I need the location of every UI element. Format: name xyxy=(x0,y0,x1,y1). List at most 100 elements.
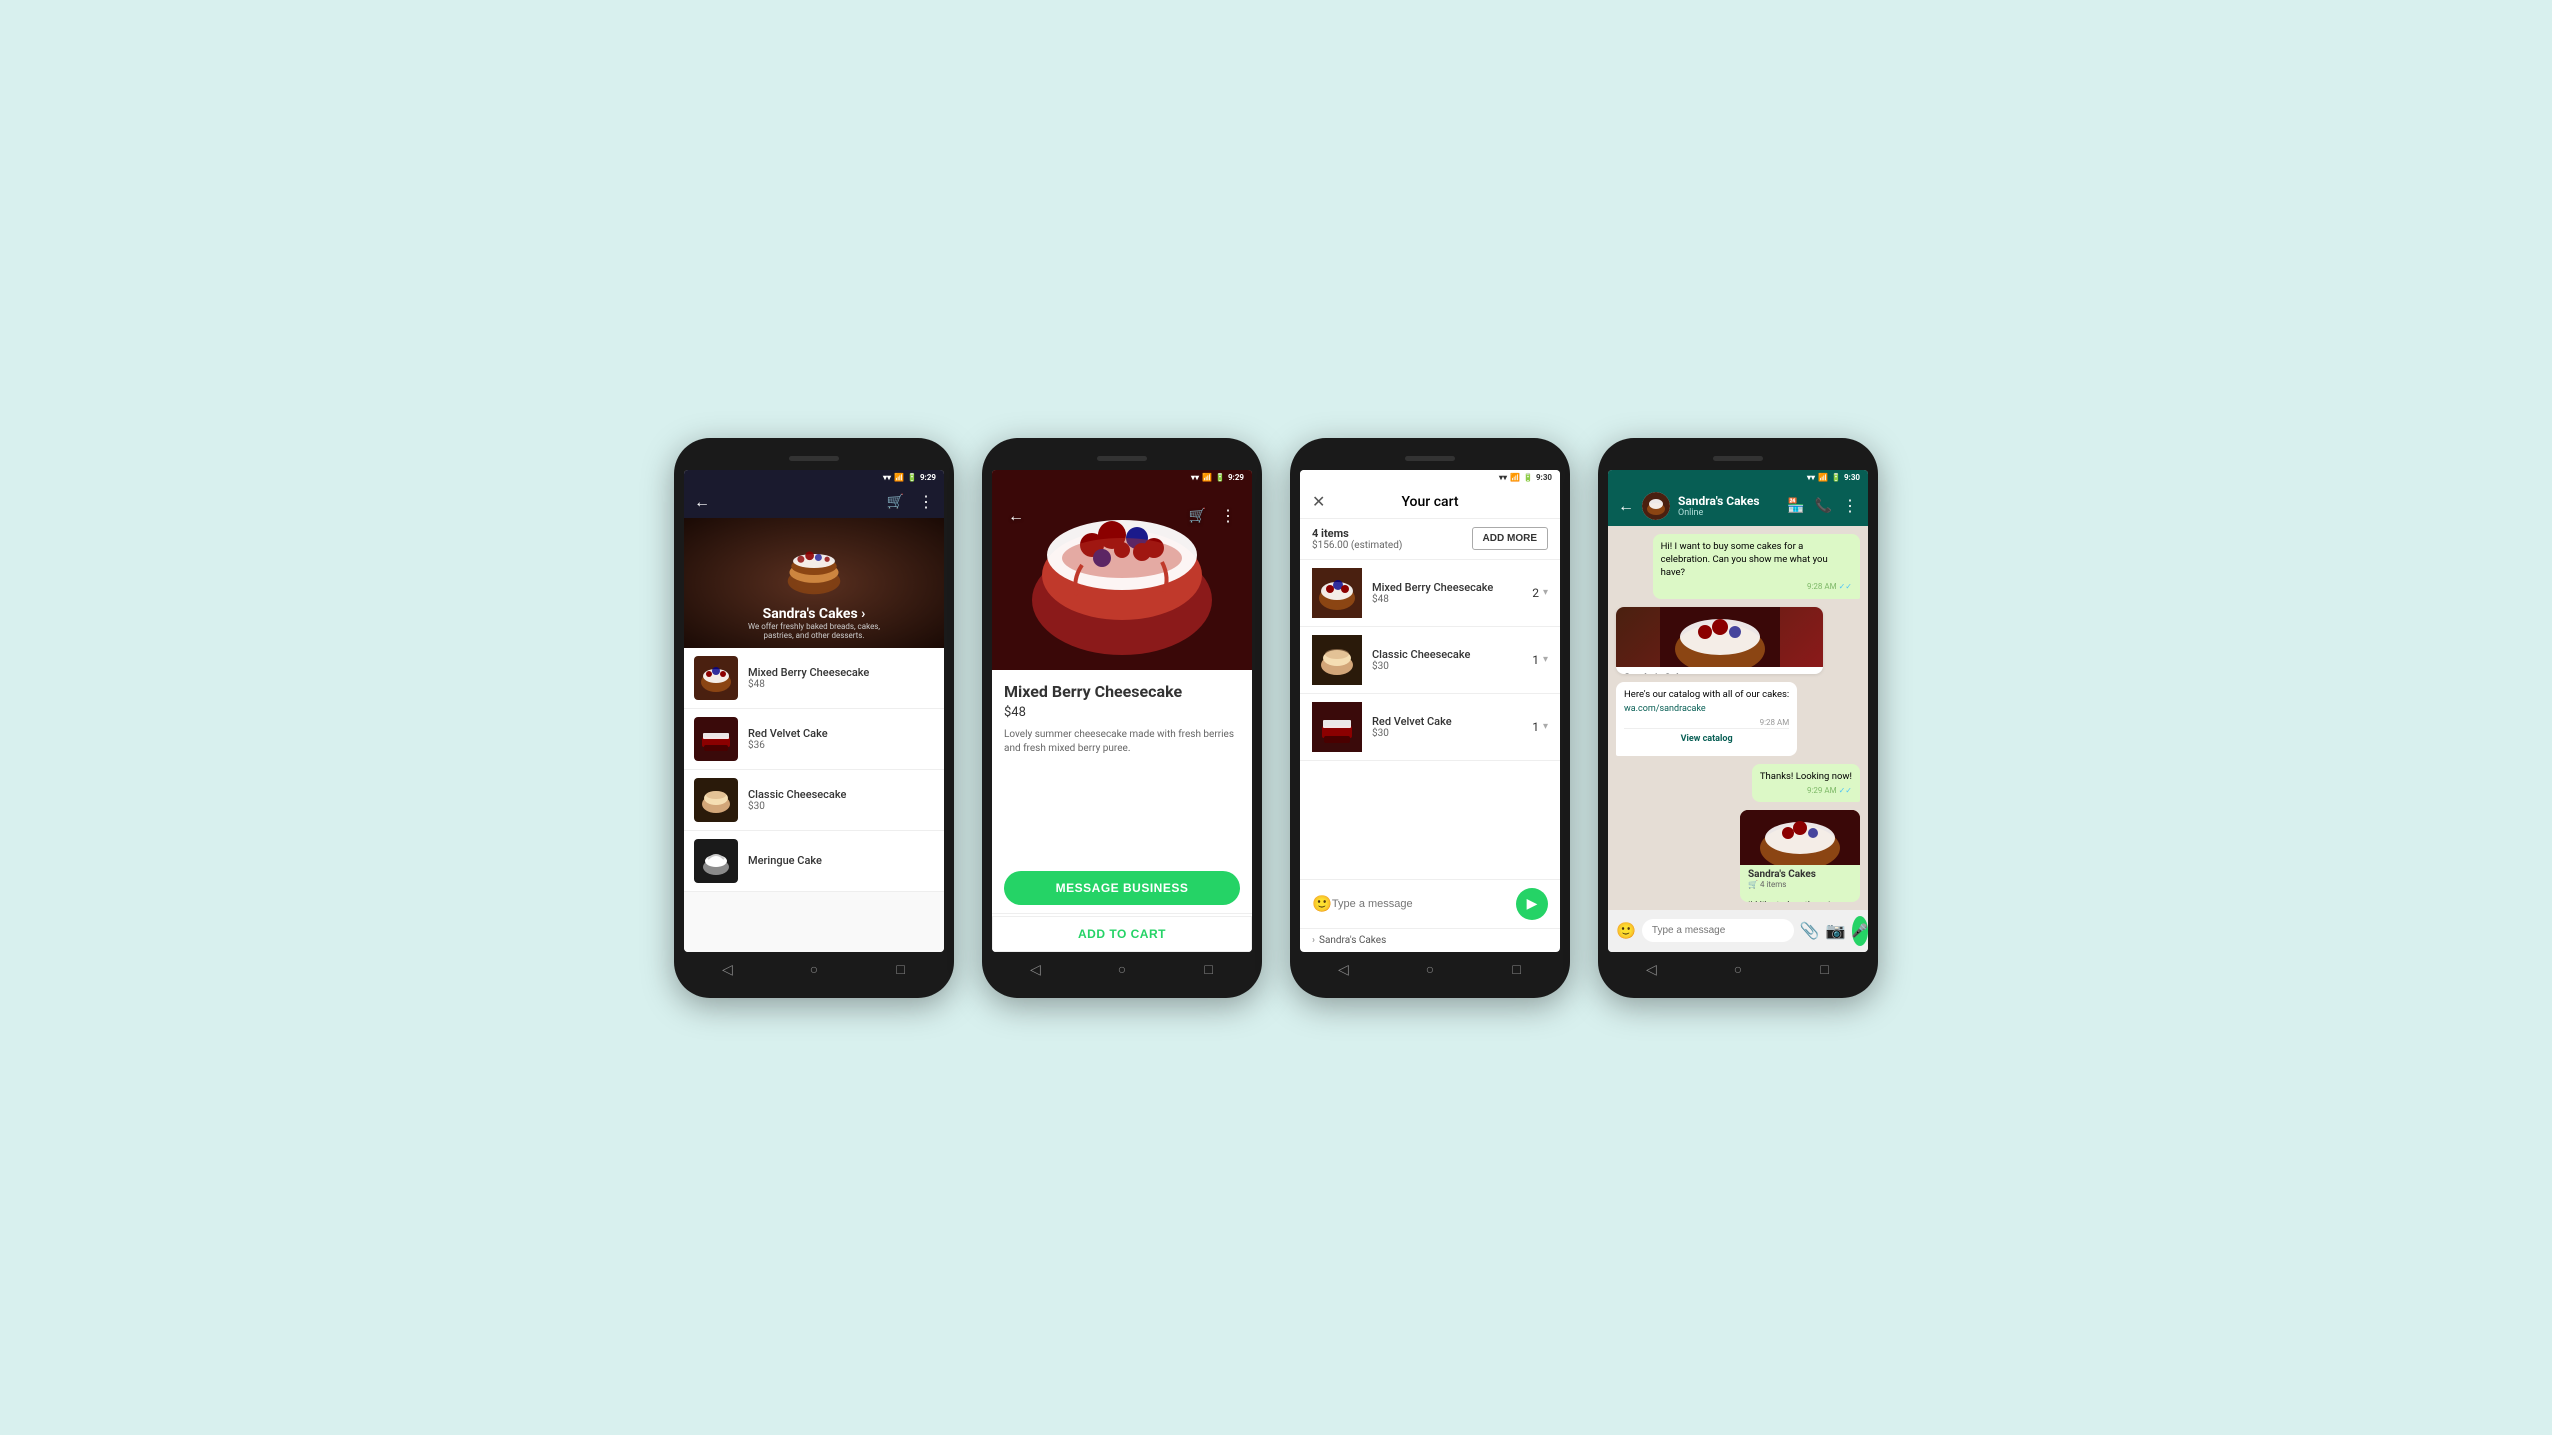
signal-icon-2: 📶 xyxy=(1202,473,1212,482)
status-bar-4: ▾▾ 📶 🔋 9:30 xyxy=(1608,470,1868,486)
recents-nav-3[interactable]: □ xyxy=(1507,960,1527,980)
product-list-1[interactable]: Mixed Berry Cheesecake $48 Red Velvet Ca… xyxy=(684,648,944,952)
phone-1: ▾▾ 📶 🔋 9:29 ← 🛒 ⋮ xyxy=(674,438,954,998)
speaker-2 xyxy=(1097,456,1147,461)
recents-nav-4[interactable]: □ xyxy=(1815,960,1835,980)
back-icon-1[interactable]: ← xyxy=(694,492,710,512)
cart-close-icon[interactable]: ✕ xyxy=(1312,492,1325,511)
add-to-cart-button[interactable]: ADD TO CART xyxy=(992,916,1252,952)
cart-items-list[interactable]: Mixed Berry Cheesecake $48 2 ▾ Classic C… xyxy=(1300,560,1560,879)
home-nav-1[interactable]: ○ xyxy=(804,960,824,980)
product-info-1: Mixed Berry Cheesecake $48 xyxy=(748,666,869,690)
product-thumb-4 xyxy=(694,839,738,883)
status-bar-1: ▾▾ 📶 🔋 9:29 xyxy=(684,470,944,486)
cart-item: Classic Cheesecake $30 1 ▾ xyxy=(1300,627,1560,694)
list-item[interactable]: Mixed Berry Cheesecake $48 xyxy=(684,648,944,709)
cart-icon-1[interactable]: 🛒 xyxy=(887,494,904,510)
phone-4-top xyxy=(1608,448,1868,470)
phone-1-top xyxy=(684,448,944,470)
wifi-icon-3: ▾▾ xyxy=(1499,473,1507,482)
catalog-icon-4[interactable]: 🏪 xyxy=(1787,498,1804,514)
cart-item-qty-3[interactable]: 1 ▾ xyxy=(1532,720,1548,734)
phone-4-bottom: ◁ ○ □ xyxy=(1608,952,1868,988)
attach-icon-4[interactable]: 📎 xyxy=(1800,921,1820,940)
view-catalog-link[interactable]: View catalog xyxy=(1624,728,1789,750)
msg-bubble-out-2: Thanks! Looking now! 9:29 AM ✓✓ xyxy=(1752,764,1860,802)
recents-nav-2[interactable]: □ xyxy=(1199,960,1219,980)
back-icon-2[interactable]: ← xyxy=(1008,506,1024,526)
camera-icon-4[interactable]: 📷 xyxy=(1826,921,1846,940)
recents-nav-1[interactable]: □ xyxy=(891,960,911,980)
emoji-icon-4[interactable]: 🙂 xyxy=(1616,921,1636,940)
qty-dropdown-1[interactable]: ▾ xyxy=(1543,587,1548,598)
home-nav-4[interactable]: ○ xyxy=(1728,960,1748,980)
send-button-3[interactable]: ▶ xyxy=(1516,888,1548,920)
cart-thumb-1 xyxy=(1312,568,1362,618)
status-icons-2: ▾▾ 📶 🔋 9:29 xyxy=(1191,473,1244,482)
cart-summary: 4 items $156.00 (estimated) ADD MORE xyxy=(1300,519,1560,560)
message-input-3[interactable] xyxy=(1332,898,1516,910)
cart-thumb-3 xyxy=(1312,702,1362,752)
p2-header: ← 🛒 ⋮ xyxy=(1002,502,1242,530)
cart-thumb-2 xyxy=(1312,635,1362,685)
back-nav-3[interactable]: ◁ xyxy=(1333,960,1353,980)
cart-item-qty-2[interactable]: 1 ▾ xyxy=(1532,653,1548,667)
qty-dropdown-2[interactable]: ▾ xyxy=(1543,654,1548,665)
cart-item: Red Velvet Cake $30 1 ▾ xyxy=(1300,694,1560,761)
msg-bubble-in-1: Here's our catalog with all of our cakes… xyxy=(1616,682,1797,756)
msg-time-in-1: 9:28 AM xyxy=(1624,717,1789,728)
cart-icon-2[interactable]: 🛒 xyxy=(1189,508,1206,524)
back-nav-4[interactable]: ◁ xyxy=(1641,960,1661,980)
battery-icon-4: 🔋 xyxy=(1831,473,1841,482)
home-nav-3[interactable]: ○ xyxy=(1420,960,1440,980)
call-icon-4[interactable]: 📞 xyxy=(1815,498,1832,514)
chat-header: ← Sandra's Cakes Online 🏪 📞 ⋮ xyxy=(1608,486,1868,526)
cart-item-info-2: Classic Cheesecake $30 xyxy=(1372,648,1532,672)
business-name-cover: Sandra's Cakes › We offer freshly baked … xyxy=(734,606,894,640)
cart-item-qty-1[interactable]: 2 ▾ xyxy=(1532,586,1548,600)
back-icon-4[interactable]: ← xyxy=(1618,496,1634,516)
chat-header-info: Sandra's Cakes Online xyxy=(1678,494,1760,518)
list-item[interactable]: Classic Cheesecake $30 xyxy=(684,770,944,831)
wifi-icon-4: ▾▾ xyxy=(1807,473,1815,482)
list-item[interactable]: Red Velvet Cake $36 xyxy=(684,709,944,770)
time-4: 9:30 xyxy=(1844,473,1860,482)
chat-business-name: Sandra's Cakes xyxy=(1678,494,1760,508)
cart-item-info-1: Mixed Berry Cheesecake $48 xyxy=(1372,581,1532,605)
cart-msg-card[interactable]: Sandra's Cakes 🛒 4 items I'd like to buy… xyxy=(1740,810,1860,901)
phone-3: ▾▾ 📶 🔋 9:30 ✕ Your cart 4 items $156.00 … xyxy=(1290,438,1570,998)
add-more-button[interactable]: ADD MORE xyxy=(1472,527,1548,550)
phone-1-bottom: ◁ ○ □ xyxy=(684,952,944,988)
list-item[interactable]: Meringue Cake xyxy=(684,831,944,892)
p1-cover: Sandra's Cakes › We offer freshly baked … xyxy=(684,518,944,648)
home-nav-2[interactable]: ○ xyxy=(1112,960,1132,980)
p2-details: Mixed Berry Cheesecake $48 Lovely summer… xyxy=(992,670,1252,863)
status-icons-3: ▾▾ 📶 🔋 9:30 xyxy=(1499,473,1552,482)
chat-message-input[interactable] xyxy=(1642,919,1794,942)
check-icon-1: ✓✓ xyxy=(1839,582,1852,591)
phones-container: ▾▾ 📶 🔋 9:29 ← 🛒 ⋮ xyxy=(634,398,1918,1038)
more-icon-2[interactable]: ⋮ xyxy=(1220,506,1236,525)
message-business-button[interactable]: MESSAGE BUSINESS xyxy=(1004,871,1240,905)
catalog-card[interactable]: Sandra's Cakes We offer freshly baked br… xyxy=(1616,607,1823,675)
product-name-2: Mixed Berry Cheesecake xyxy=(1004,682,1240,701)
speaker-1 xyxy=(789,456,839,461)
catalog-card-name: Sandra's Cakes xyxy=(1624,673,1815,675)
qty-dropdown-3[interactable]: ▾ xyxy=(1543,721,1548,732)
mic-button[interactable]: 🎤 xyxy=(1852,916,1868,946)
status-icons-1: ▾▾ 📶 🔋 9:29 xyxy=(883,473,936,482)
back-nav-2[interactable]: ◁ xyxy=(1025,960,1045,980)
wifi-icon-1: ▾▾ xyxy=(883,473,891,482)
more-icon-4[interactable]: ⋮ xyxy=(1842,496,1858,515)
more-icon-1[interactable]: ⋮ xyxy=(918,492,934,511)
phone-3-top xyxy=(1300,448,1560,470)
cart-text-below: I'd like to buy these! 9:30 AM ✓✓ xyxy=(1740,893,1860,901)
catalog-link[interactable]: wa.com/sandracake xyxy=(1624,704,1706,714)
signal-icon-1: 📶 xyxy=(894,473,904,482)
emoji-icon-3[interactable]: 🙂 xyxy=(1312,894,1332,913)
msg-text-in-1: Here's our catalog with all of our cakes… xyxy=(1624,689,1789,700)
chat-body[interactable]: Hi! I want to buy some cakes for a celeb… xyxy=(1608,526,1868,910)
phone-3-bottom: ◁ ○ □ xyxy=(1300,952,1560,988)
add-to-cart-divider: ADD TO CART xyxy=(992,913,1252,952)
back-nav-1[interactable]: ◁ xyxy=(717,960,737,980)
